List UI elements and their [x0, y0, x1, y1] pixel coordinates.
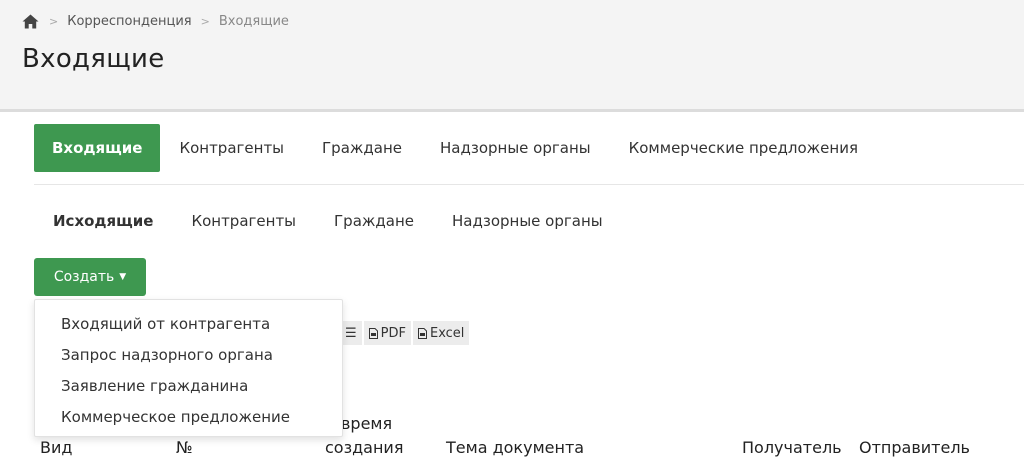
column-header-topic[interactable]: Тема документа: [446, 438, 584, 457]
subtab-supervisory-bodies[interactable]: Надзорные органы: [433, 212, 622, 230]
create-button-label: Создать: [53, 269, 115, 285]
caret-down-icon: ▼: [119, 272, 127, 282]
breadcrumb-separator: >: [200, 15, 210, 28]
export-pdf-label: PDF: [380, 325, 406, 341]
tabs-divider: [34, 184, 1024, 185]
tab-supervisory-bodies[interactable]: Надзорные органы: [421, 124, 610, 172]
tab-commercial-offers[interactable]: Коммерческие предложения: [610, 124, 877, 172]
column-header-recipient[interactable]: Получатель: [742, 438, 842, 457]
tab-citizens[interactable]: Граждане: [303, 124, 421, 172]
sub-tabs: Исходящие Контрагенты Граждане Надзорные…: [34, 203, 622, 239]
breadcrumb-separator: >: [49, 15, 59, 28]
menu-item-citizen-application[interactable]: Заявление гражданина: [35, 370, 342, 401]
create-dropdown-menu: Входящий от контрагента Запрос надзорног…: [34, 299, 343, 437]
tab-incoming[interactable]: Входящие: [34, 124, 161, 172]
column-header-sender[interactable]: Отправитель: [859, 438, 970, 457]
subtab-outgoing[interactable]: Исходящие: [34, 212, 172, 230]
list-icon: ☰: [345, 325, 357, 341]
breadcrumb-item-correspondence[interactable]: Корреспонденция: [67, 14, 191, 29]
subtab-citizens[interactable]: Граждане: [315, 212, 433, 230]
column-header-kind[interactable]: Вид: [40, 438, 72, 457]
export-pdf-button[interactable]: PDF: [363, 321, 411, 345]
page-title: Входящие: [22, 44, 165, 74]
export-excel-label: Excel: [429, 325, 465, 341]
export-toolbar: ☰ PDF Excel: [338, 321, 470, 345]
menu-item-incoming-from-counterparty[interactable]: Входящий от контрагента: [35, 308, 342, 339]
menu-item-supervisory-request[interactable]: Запрос надзорного органа: [35, 339, 342, 370]
export-excel-button[interactable]: Excel: [412, 321, 470, 345]
create-button[interactable]: Создать ▼: [34, 258, 146, 296]
excel-file-icon: [417, 327, 427, 339]
main-tabs: Входящие Контрагенты Граждане Надзорные …: [34, 124, 877, 172]
column-header-time-part1[interactable]: время: [341, 414, 392, 433]
column-list-button[interactable]: ☰: [340, 321, 362, 345]
page-header: > Корреспонденция > Входящие Входящие: [0, 0, 1024, 112]
breadcrumb: > Корреспонденция > Входящие: [22, 14, 298, 29]
tab-counterparties[interactable]: Контрагенты: [160, 124, 303, 172]
column-header-time-part2[interactable]: создания: [325, 438, 403, 457]
pdf-file-icon: [368, 327, 378, 339]
column-header-number[interactable]: №: [176, 438, 193, 457]
menu-item-commercial-offer[interactable]: Коммерческое предложение: [35, 401, 342, 432]
subtab-counterparties[interactable]: Контрагенты: [172, 212, 315, 230]
home-icon[interactable]: [22, 14, 39, 29]
breadcrumb-item-incoming: Входящие: [218, 14, 289, 29]
